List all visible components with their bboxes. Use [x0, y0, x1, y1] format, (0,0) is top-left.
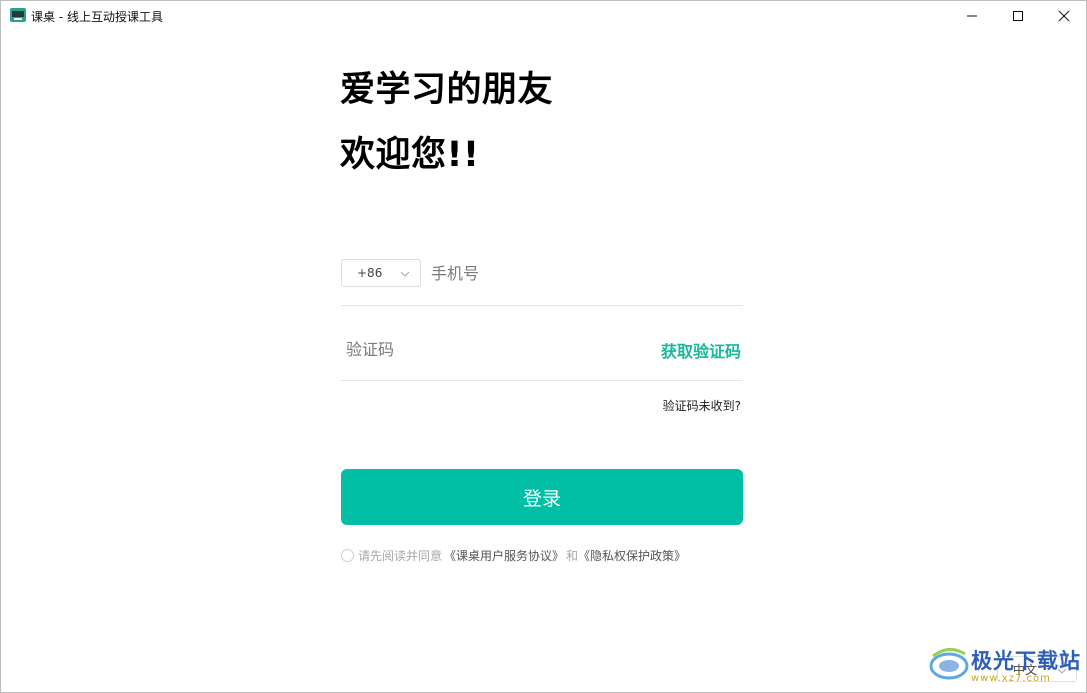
agreement-and-text: 和	[566, 549, 579, 563]
get-code-button[interactable]: 获取验证码	[661, 338, 741, 362]
watermark-logo-icon	[929, 648, 969, 680]
language-value: 中文	[1013, 662, 1038, 677]
agreement-prefix-text: 请先阅读并同意	[358, 549, 443, 563]
close-icon	[1058, 10, 1070, 22]
code-not-received-link[interactable]: 验证码未收到?	[663, 397, 741, 414]
language-select[interactable]: 中文	[997, 656, 1077, 682]
verification-code-input[interactable]	[346, 336, 626, 362]
agreement-row: 请先阅读并同意 《课桌用户服务协议》 和 《隐私权保护政策》	[341, 547, 686, 564]
privacy-policy-link[interactable]: 《隐私权保护政策》	[578, 547, 686, 564]
minimize-icon	[967, 15, 977, 17]
divider	[341, 380, 743, 381]
login-button[interactable]: 登录	[341, 469, 743, 525]
chevron-down-icon	[1057, 668, 1067, 674]
country-code-select[interactable]: +86	[341, 259, 421, 287]
welcome-heading-line2: 欢迎您!!	[340, 135, 480, 175]
title-bar: 课桌 - 线上互动授课工具	[1, 1, 1086, 31]
country-code-value: +86	[357, 266, 383, 280]
app-logo-icon	[10, 8, 26, 22]
welcome-heading-line1: 爱学习的朋友	[340, 70, 554, 110]
divider	[341, 305, 743, 306]
user-agreement-link[interactable]: 《课桌用户服务协议》	[444, 547, 564, 564]
minimize-button[interactable]	[949, 1, 995, 31]
maximize-icon	[1013, 11, 1023, 21]
app-window: 课桌 - 线上互动授课工具 爱学习的朋友 欢迎您!! +86 获取验证码 验证码…	[0, 0, 1087, 693]
chevron-down-icon	[400, 271, 410, 277]
phone-number-input[interactable]	[431, 260, 731, 286]
maximize-button[interactable]	[995, 1, 1041, 31]
window-title: 课桌 - 线上互动授课工具	[31, 10, 163, 24]
agreement-checkbox[interactable]	[341, 549, 354, 562]
close-button[interactable]	[1041, 1, 1087, 31]
